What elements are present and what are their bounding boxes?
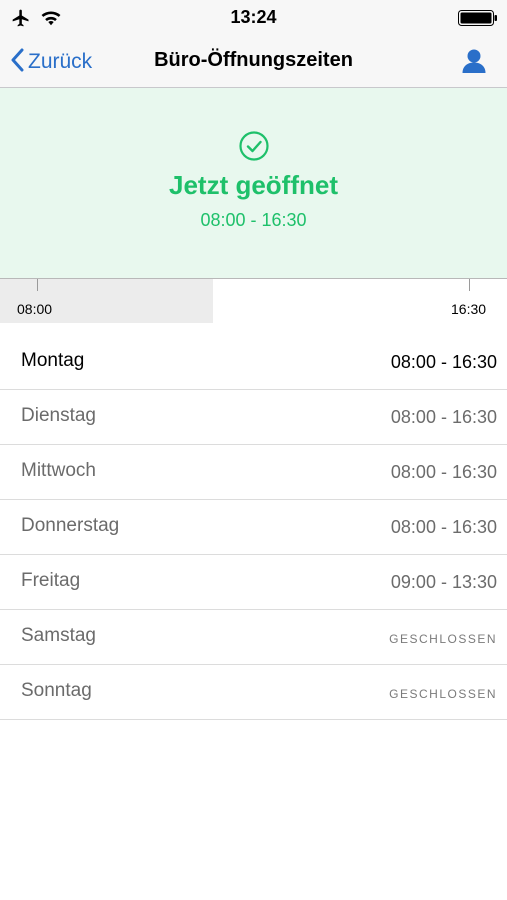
- day-hours: GESCHLOSSEN: [389, 632, 497, 646]
- day-name: Donnerstag: [21, 515, 120, 536]
- user-icon: [461, 49, 487, 78]
- day-name: Freitag: [21, 570, 81, 591]
- day-row-saturday: Samstag GESCHLOSSEN: [0, 610, 507, 665]
- status-time: 13:24: [230, 7, 277, 27]
- day-hours: GESCHLOSSEN: [389, 687, 497, 701]
- day-row-wednesday: Mittwoch 08:00 - 16:30: [0, 445, 507, 500]
- timeline-end-label: 16:30: [451, 301, 487, 317]
- day-hours: 08:00 - 16:30: [390, 517, 497, 537]
- page-title: Büro-Öffnungszeiten: [154, 49, 353, 71]
- day-row-thursday: Donnerstag 08:00 - 16:30: [0, 500, 507, 555]
- day-row-monday: Montag 08:00 - 16:30: [0, 335, 507, 390]
- day-hours: 08:00 - 16:30: [390, 462, 497, 482]
- open-status-banner: Jetzt geöffnet 08:00 - 16:30: [0, 88, 507, 279]
- day-name: Samstag: [21, 625, 96, 646]
- status-bar: 13:24: [0, 0, 507, 36]
- check-circle-icon: [238, 130, 270, 162]
- day-name: Dienstag: [21, 405, 96, 426]
- day-row-friday: Freitag 09:00 - 13:30: [0, 555, 507, 610]
- battery-icon: [458, 10, 498, 31]
- day-name: Sonntag: [21, 680, 92, 701]
- opening-hours-list: Montag 08:00 - 16:30 Dienstag 08:00 - 16…: [0, 335, 507, 720]
- timeline-start-label: 08:00: [17, 301, 53, 317]
- open-status-hours: 08:00 - 16:30: [200, 210, 307, 230]
- screen: 13:24 Zurück Büro-Öffnungszeiten Jetzt g…: [0, 0, 507, 900]
- navigation-bar: Zurück Büro-Öffnungszeiten: [0, 36, 507, 88]
- day-hours: 08:00 - 16:30: [390, 407, 497, 427]
- day-hours: 08:00 - 16:30: [390, 352, 497, 372]
- day-timeline: 08:00 16:30: [0, 279, 507, 323]
- day-row-sunday: Sonntag GESCHLOSSEN: [0, 665, 507, 720]
- open-status-title: Jetzt geöffnet: [169, 170, 338, 200]
- day-row-tuesday: Dienstag 08:00 - 16:30: [0, 390, 507, 445]
- day-hours: 09:00 - 13:30: [390, 572, 497, 592]
- day-name: Mittwoch: [21, 460, 96, 481]
- day-name: Montag: [21, 350, 85, 371]
- timeline-end-tick: [469, 279, 470, 291]
- timeline-start-tick: [37, 279, 38, 291]
- profile-button[interactable]: [461, 48, 487, 74]
